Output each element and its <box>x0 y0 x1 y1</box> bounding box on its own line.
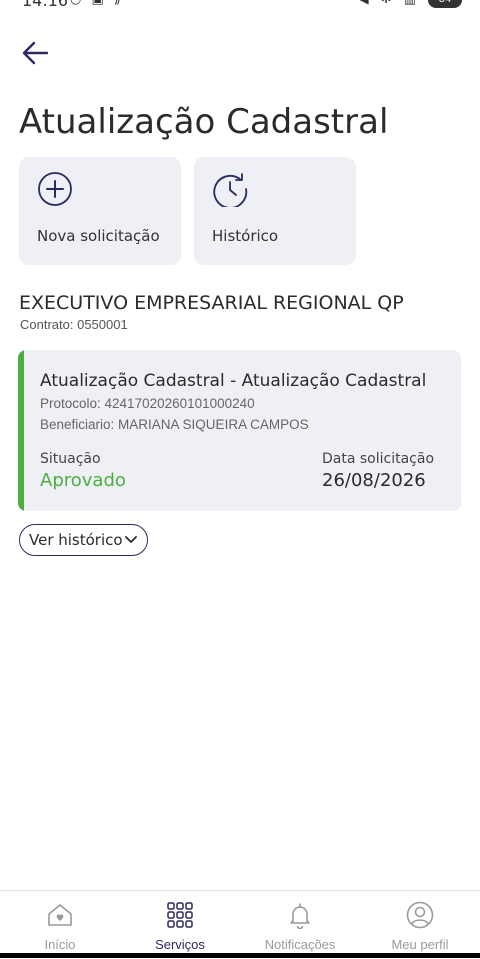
nav-label-meu-perfil: Meu perfil <box>391 937 449 952</box>
home-heart-icon <box>48 904 72 926</box>
nav-item-inicio[interactable]: Início <box>0 891 120 955</box>
request-title: Atualização Cadastral - Atualização Cada… <box>40 371 427 391</box>
company-name: EXECUTIVO EMPRESARIAL REGIONAL QP <box>19 292 404 314</box>
page-title: Atualização Cadastral <box>19 102 389 142</box>
notification-icons: ◔ ▣ ⟫ <box>70 0 124 7</box>
status-accent-bar <box>18 350 24 511</box>
request-card[interactable]: Atualização Cadastral - Atualização Cada… <box>18 350 461 511</box>
chevron-down-icon <box>125 536 137 543</box>
history-card[interactable]: Histórico <box>194 157 356 265</box>
status-time: 14:16 <box>22 0 69 10</box>
request-beneficiary: Beneficiario: MARIANA SIQUEIRA CAMPOS <box>40 417 309 432</box>
history-label: Histórico <box>212 227 279 245</box>
bottom-nav: Início Serviços Notificações Meu perfil <box>0 890 480 959</box>
new-request-label: Nova solicitação <box>37 227 160 245</box>
nav-item-servicos[interactable]: Serviços <box>120 891 240 955</box>
new-request-card[interactable]: Nova solicitação <box>19 157 181 265</box>
profile-icon <box>406 901 434 929</box>
nav-label-notificacoes: Notificações <box>264 937 336 952</box>
view-history-button[interactable]: Ver histórico <box>19 524 148 556</box>
contract-number: Contrato: 0550001 <box>20 317 128 332</box>
bell-icon <box>290 903 310 929</box>
history-clock-icon <box>213 173 248 207</box>
arrow-left-icon <box>22 41 49 65</box>
grid-icon <box>167 902 193 928</box>
date-value: 26/08/2026 <box>322 470 426 491</box>
nav-label-servicos: Serviços <box>155 937 205 952</box>
status-label: Situação <box>40 451 101 467</box>
signal-icons: ◀ ✲ ▥ <box>359 0 420 7</box>
battery-icon: 84 <box>428 0 462 8</box>
nav-label-inicio: Início <box>44 937 76 952</box>
view-history-label: Ver histórico <box>29 531 123 549</box>
request-protocol: Protocolo: 42417020260101000240 <box>40 396 255 411</box>
plus-circle-icon <box>38 172 72 206</box>
nav-item-notificacoes[interactable]: Notificações <box>240 891 360 955</box>
system-nav-edge <box>0 953 480 958</box>
status-value: Aprovado <box>40 470 126 491</box>
status-bar: 14:16 ◔ ▣ ⟫ ◀ ✲ ▥ 84 <box>0 0 480 14</box>
nav-item-meu-perfil[interactable]: Meu perfil <box>360 891 480 955</box>
back-button[interactable] <box>20 38 52 68</box>
date-label: Data solicitação <box>322 451 435 467</box>
